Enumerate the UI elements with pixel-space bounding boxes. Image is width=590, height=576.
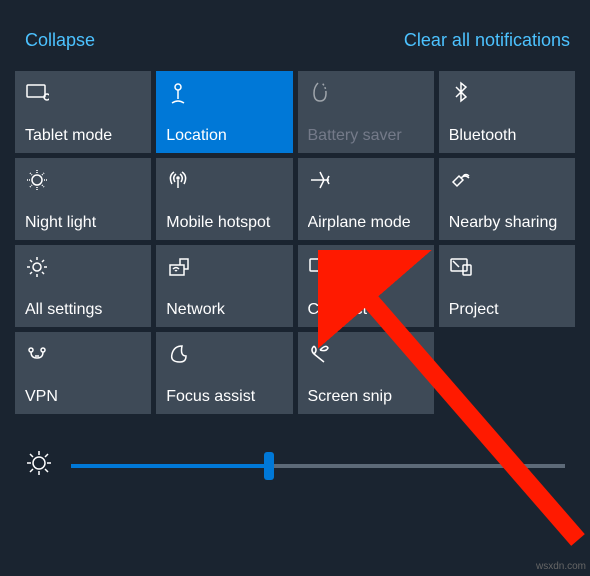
night-light-icon <box>25 166 141 194</box>
brightness-slider-row <box>0 414 590 482</box>
location-icon <box>166 79 282 107</box>
clear-notifications-link[interactable]: Clear all notifications <box>404 30 570 51</box>
nearby-icon <box>449 166 565 194</box>
project-icon <box>449 253 565 281</box>
tile-all-settings[interactable]: All settings <box>15 245 151 327</box>
focus-icon <box>166 340 282 368</box>
tile-night-light[interactable]: Night light <box>15 158 151 240</box>
tile-label: VPN <box>25 388 141 406</box>
snip-icon <box>308 340 424 368</box>
tile-vpn[interactable]: VPN <box>15 332 151 414</box>
connect-icon <box>308 253 424 281</box>
brightness-icon <box>25 449 53 482</box>
collapse-link[interactable]: Collapse <box>25 30 95 51</box>
battery-icon <box>308 79 424 107</box>
tile-bluetooth[interactable]: Bluetooth <box>439 71 575 153</box>
network-icon <box>166 253 282 281</box>
tile-connect[interactable]: Connect <box>298 245 434 327</box>
vpn-icon <box>25 340 141 368</box>
tile-label: Screen snip <box>308 388 424 406</box>
tile-label: Tablet mode <box>25 127 141 145</box>
tile-airplane-mode[interactable]: Airplane mode <box>298 158 434 240</box>
settings-icon <box>25 253 141 281</box>
brightness-slider-thumb[interactable] <box>264 452 274 480</box>
airplane-icon <box>308 166 424 194</box>
brightness-slider[interactable] <box>71 464 565 468</box>
tile-label: Bluetooth <box>449 127 565 145</box>
tile-label: Project <box>449 301 565 319</box>
bluetooth-icon <box>449 79 565 107</box>
tile-network[interactable]: Network <box>156 245 292 327</box>
hotspot-icon <box>166 166 282 194</box>
tile-label: Mobile hotspot <box>166 214 282 232</box>
tile-mobile-hotspot[interactable]: Mobile hotspot <box>156 158 292 240</box>
tile-label: All settings <box>25 301 141 319</box>
tile-screen-snip[interactable]: Screen snip <box>298 332 434 414</box>
tablet-icon <box>25 79 141 107</box>
watermark: wsxdn.com <box>536 561 586 572</box>
tile-label: Network <box>166 301 282 319</box>
tile-project[interactable]: Project <box>439 245 575 327</box>
tile-focus-assist[interactable]: Focus assist <box>156 332 292 414</box>
tile-location[interactable]: Location <box>156 71 292 153</box>
tile-battery-saver[interactable]: Battery saver <box>298 71 434 153</box>
tile-label: Connect <box>308 301 424 319</box>
tile-nearby-sharing[interactable]: Nearby sharing <box>439 158 575 240</box>
tile-label: Nearby sharing <box>449 214 565 232</box>
tile-tablet-mode[interactable]: Tablet mode <box>15 71 151 153</box>
tile-label: Airplane mode <box>308 214 424 232</box>
tile-label: Location <box>166 127 282 145</box>
tile-label: Focus assist <box>166 388 282 406</box>
tile-label: Night light <box>25 214 141 232</box>
tile-label: Battery saver <box>308 127 424 145</box>
